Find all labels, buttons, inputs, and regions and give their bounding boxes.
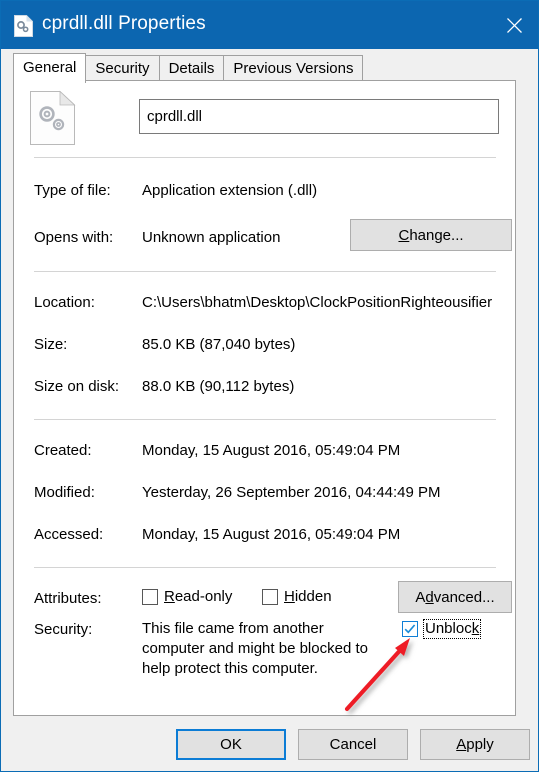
divider-4 bbox=[34, 567, 496, 568]
modified-value: Yesterday, 26 September 2016, 04:44:49 P… bbox=[142, 484, 441, 501]
tab-general-label: General bbox=[23, 59, 77, 76]
tab-strip: General Security Details Previous Versio… bbox=[1, 49, 538, 83]
tab-previous-versions-label: Previous Versions bbox=[233, 60, 354, 77]
security-description: This file came from another computer and… bbox=[142, 620, 368, 677]
unblock-focus-ring: Unblock bbox=[423, 619, 482, 639]
divider-3 bbox=[34, 419, 496, 420]
readonly-checkbox[interactable] bbox=[142, 588, 158, 605]
divider-2 bbox=[34, 271, 496, 272]
apply-button[interactable]: Apply bbox=[420, 729, 530, 760]
dll-file-icon bbox=[14, 15, 33, 37]
size-on-disk-label: Size on disk: bbox=[34, 378, 120, 395]
accessed-label: Accessed: bbox=[34, 526, 104, 543]
unblock-checkbox-row[interactable]: Unblock bbox=[402, 619, 482, 639]
hidden-checkbox[interactable] bbox=[262, 588, 278, 605]
change-button[interactable]: Change... bbox=[350, 219, 512, 251]
opens-with-label: Opens with: bbox=[34, 229, 114, 246]
filename-input[interactable] bbox=[139, 99, 499, 134]
location-label: Location: bbox=[34, 294, 95, 311]
ok-button-label: OK bbox=[220, 736, 242, 753]
hidden-checkbox-row[interactable]: Hidden bbox=[262, 588, 332, 605]
checkmark-icon bbox=[404, 624, 416, 634]
dll-file-large-icon bbox=[29, 90, 76, 146]
advanced-button-rest: vanced... bbox=[433, 588, 495, 606]
apply-button-label: Apply bbox=[456, 736, 494, 753]
properties-dialog: cprdll.dll Properties General Security D… bbox=[0, 0, 539, 772]
advanced-button[interactable]: Advanced... bbox=[398, 581, 512, 613]
type-of-file-value: Application extension (.dll) bbox=[142, 182, 318, 199]
accessed-value: Monday, 15 August 2016, 05:49:04 PM bbox=[142, 526, 401, 543]
size-on-disk-value: 88.0 KB (90,112 bytes) bbox=[142, 378, 295, 395]
opens-with-value: Unknown application bbox=[142, 229, 281, 246]
size-value: 85.0 KB (87,040 bytes) bbox=[142, 336, 296, 353]
tab-details-label: Details bbox=[168, 60, 215, 77]
tab-details[interactable]: Details bbox=[158, 55, 225, 83]
change-button-rest: hange... bbox=[409, 226, 464, 244]
ok-button[interactable]: OK bbox=[176, 729, 286, 760]
unblock-label: Unblock bbox=[425, 620, 480, 637]
cancel-button-label: Cancel bbox=[329, 736, 377, 753]
tab-previous-versions[interactable]: Previous Versions bbox=[223, 55, 364, 83]
modified-label: Modified: bbox=[34, 484, 95, 501]
close-button[interactable] bbox=[488, 1, 538, 49]
size-label: Size: bbox=[34, 336, 68, 353]
tab-security-label: Security bbox=[95, 60, 150, 77]
cancel-button[interactable]: Cancel bbox=[298, 729, 408, 760]
window-title: cprdll.dll Properties bbox=[42, 13, 206, 34]
readonly-checkbox-row[interactable]: Read-only bbox=[142, 588, 232, 605]
created-value: Monday, 15 August 2016, 05:49:04 PM bbox=[142, 442, 401, 459]
title-bar: cprdll.dll Properties bbox=[1, 1, 538, 49]
attributes-label: Attributes: bbox=[34, 590, 102, 607]
unblock-checkbox[interactable] bbox=[402, 621, 418, 637]
type-of-file-label: Type of file: bbox=[34, 182, 111, 199]
location-value: C:\Users\bhatm\Desktop\ClockPositionRigh… bbox=[142, 294, 493, 311]
created-label: Created: bbox=[34, 442, 92, 459]
general-tab-panel: Type of file: Application extension (.dl… bbox=[13, 80, 516, 716]
readonly-label: Read-only bbox=[164, 588, 233, 605]
divider-1 bbox=[34, 157, 496, 158]
hidden-label: Hidden bbox=[284, 588, 332, 605]
security-label: Security: bbox=[34, 621, 93, 638]
close-icon bbox=[506, 17, 522, 33]
tab-general[interactable]: General bbox=[13, 53, 87, 83]
tab-security[interactable]: Security bbox=[85, 55, 160, 83]
